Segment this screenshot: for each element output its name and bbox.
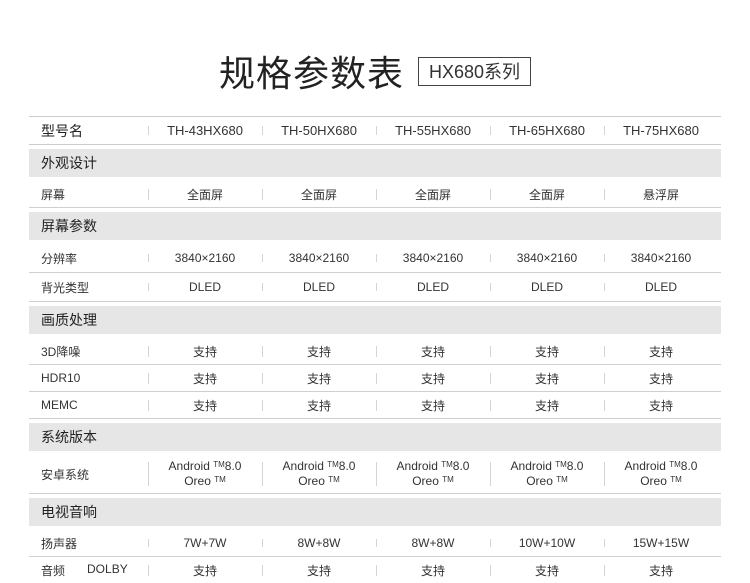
row-sublabel: DOLBY (87, 561, 128, 576)
row-label: 背光类型 (41, 280, 90, 295)
table-cell: 支持 (490, 397, 604, 414)
page-title: 规格参数表 (218, 54, 404, 95)
table-cell: 3840×2160 (262, 251, 376, 265)
table-cell: 支持 (148, 397, 262, 414)
table-cell: 支持 (262, 370, 376, 387)
table-cell: 支持 (376, 562, 490, 579)
section-title: 屏幕参数 (41, 218, 97, 234)
row-label: 分辨率 (41, 251, 78, 266)
model-header-row: 型号名 TH-43HX680 TH-50HX680 TH-55HX680 TH-… (29, 116, 721, 145)
row-label: MEMC (41, 398, 78, 412)
android-version-cell: Android TM8.0 Oreo TM (490, 459, 604, 489)
table-cell: 支持 (262, 397, 376, 414)
table-row: HDR10 支持 支持 支持 支持 支持 (29, 365, 721, 392)
section-system: 系统版本 (29, 423, 721, 451)
table-cell: 支持 (376, 397, 490, 414)
table-cell: 15W+15W (604, 536, 718, 550)
table-row: 扬声器 7W+7W 8W+8W 8W+8W 10W+10W 15W+15W (29, 530, 721, 557)
table-cell: 支持 (148, 562, 262, 579)
table-row: 3D降噪 支持 支持 支持 支持 支持 (29, 338, 721, 365)
row-label: 安卓系统 (41, 467, 90, 482)
table-cell: 支持 (604, 562, 718, 579)
table-cell: 全面屏 (376, 186, 490, 203)
section-title: 系统版本 (41, 429, 97, 445)
model-col-4: TH-65HX680 (490, 123, 604, 138)
table-cell: 8W+8W (262, 536, 376, 550)
model-col-1: TH-43HX680 (148, 123, 262, 138)
table-cell: 支持 (148, 370, 262, 387)
series-badge: HX680系列 (417, 56, 532, 86)
table-cell: 支持 (604, 397, 718, 414)
section-title: 外观设计 (41, 155, 97, 171)
row-label: 屏幕 (41, 187, 66, 202)
table-cell: DLED (376, 280, 490, 294)
table-cell: 3840×2160 (376, 251, 490, 265)
model-col-3: TH-55HX680 (376, 123, 490, 138)
table-cell: 3840×2160 (604, 251, 718, 265)
table-cell: DLED (490, 280, 604, 294)
table-cell: 全面屏 (148, 186, 262, 203)
table-row: MEMC 支持 支持 支持 支持 支持 (29, 392, 721, 419)
table-row: 屏幕 全面屏 全面屏 全面屏 全面屏 悬浮屏 (29, 181, 721, 208)
table-cell: 支持 (376, 370, 490, 387)
table-row: 安卓系统 Android TM8.0 Oreo TM Android TM8.0… (29, 455, 721, 494)
table-cell: 支持 (262, 562, 376, 579)
table-cell: DLED (604, 280, 718, 294)
table-cell: 支持 (262, 343, 376, 360)
table-cell: 支持 (604, 370, 718, 387)
section-title: 画质处理 (41, 312, 97, 328)
table-cell: 全面屏 (262, 186, 376, 203)
table-row: 音频 DOLBY 支持 支持 支持 支持 支持 (29, 557, 721, 583)
row-label: 3D降噪 (41, 344, 81, 359)
table-cell: 支持 (490, 370, 604, 387)
table-cell: 10W+10W (490, 536, 604, 550)
table-cell: DLED (262, 280, 376, 294)
header: 规格参数表 HX680系列 (0, 46, 750, 96)
table-cell: 3840×2160 (148, 251, 262, 265)
android-version-cell: Android TM8.0 Oreo TM (148, 459, 262, 489)
row-label: 音频 (41, 563, 66, 578)
model-label: 型号名 (41, 122, 83, 139)
row-label: 扬声器 (41, 536, 78, 551)
model-col-5: TH-75HX680 (604, 123, 718, 138)
table-cell: DLED (148, 280, 262, 294)
table-cell: 支持 (148, 343, 262, 360)
table-cell: 8W+8W (376, 536, 490, 550)
section-audio: 电视音响 (29, 498, 721, 526)
section-appearance: 外观设计 (29, 149, 721, 177)
row-label-split: 音频 DOLBY (29, 562, 148, 579)
table-row: 背光类型 DLED DLED DLED DLED DLED (29, 273, 721, 302)
model-col-2: TH-50HX680 (262, 123, 376, 138)
table-cell: 悬浮屏 (604, 186, 718, 203)
section-title: 电视音响 (41, 504, 97, 520)
table-cell: 支持 (490, 562, 604, 579)
table-cell: 3840×2160 (490, 251, 604, 265)
android-version-cell: Android TM8.0 Oreo TM (604, 459, 718, 489)
section-screen-params: 屏幕参数 (29, 212, 721, 240)
android-version-cell: Android TM8.0 Oreo TM (262, 459, 376, 489)
section-picture: 画质处理 (29, 306, 721, 334)
table-cell: 支持 (376, 343, 490, 360)
table-cell: 支持 (604, 343, 718, 360)
table-cell: 支持 (490, 343, 604, 360)
table-cell: 全面屏 (490, 186, 604, 203)
spec-table: 型号名 TH-43HX680 TH-50HX680 TH-55HX680 TH-… (29, 116, 721, 583)
table-row: 分辨率 3840×2160 3840×2160 3840×2160 3840×2… (29, 244, 721, 273)
row-label: HDR10 (41, 371, 81, 385)
table-cell: 7W+7W (148, 536, 262, 550)
android-version-cell: Android TM8.0 Oreo TM (376, 459, 490, 489)
